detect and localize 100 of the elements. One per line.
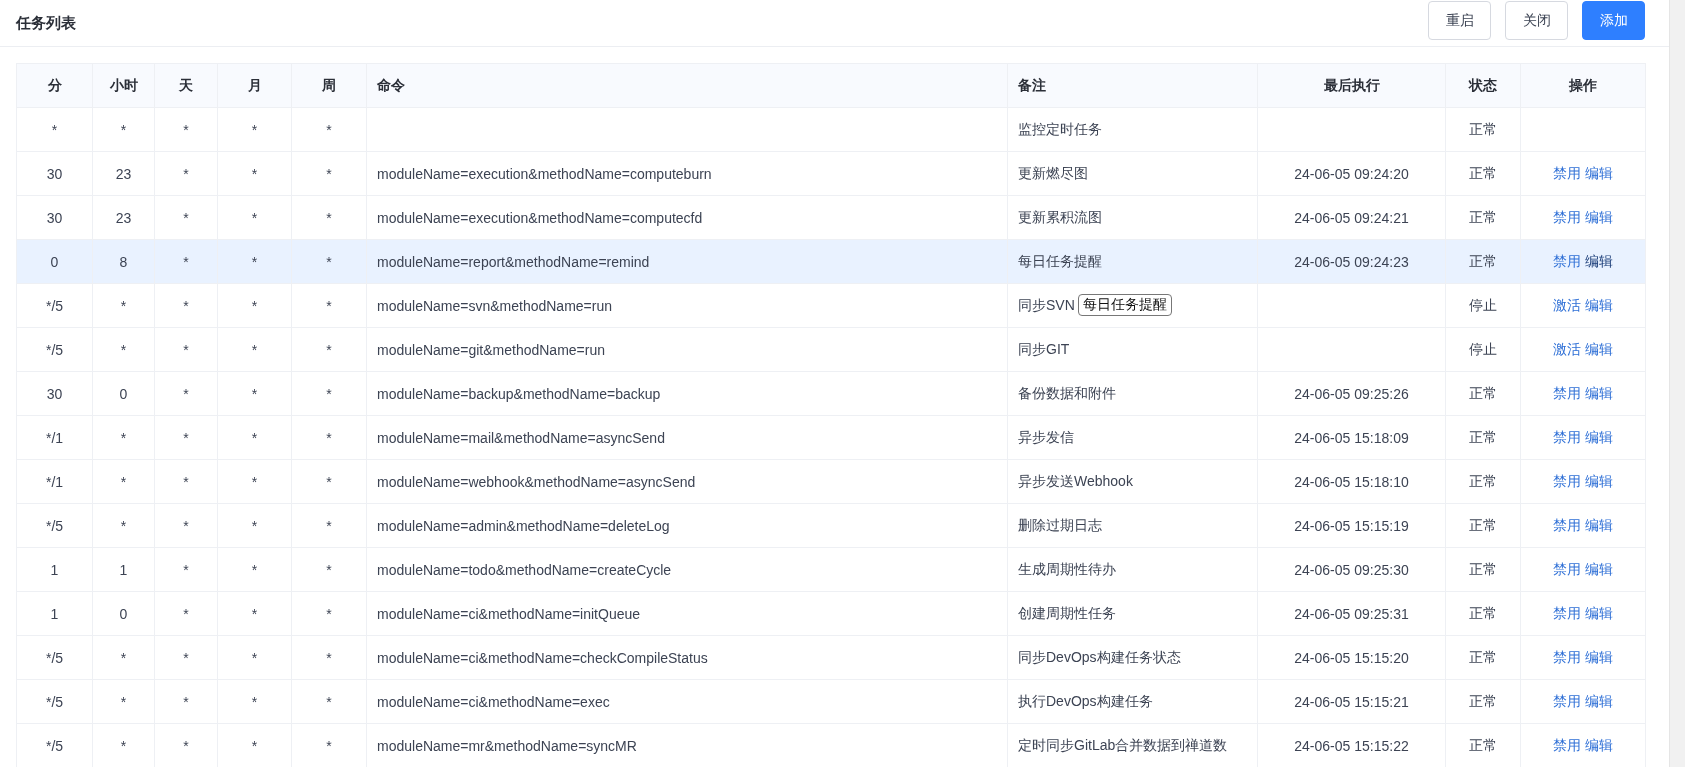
table-row[interactable]: 30 0 * * * moduleName=backup&methodName=backup 备份数据和附件 24-06-05 09:25:26 正常 禁用 编辑 xyxy=(16,371,1646,416)
table-row[interactable]: */5 * * * * moduleName=svn&methodName=run 同步SVN 每日任务提醒 停止 激活 编辑 xyxy=(16,283,1646,328)
table-row[interactable]: * * * * * 监控定时任务 正常 xyxy=(16,107,1646,152)
action-link[interactable]: 禁用 xyxy=(1553,560,1581,577)
action-link[interactable]: 编辑 xyxy=(1585,208,1613,225)
toolbar-button[interactable]: 添加 xyxy=(1582,1,1645,40)
table-cell: 0 xyxy=(92,591,155,636)
table-cell: moduleName=admin&methodName=deleteLog xyxy=(366,503,1008,548)
table-row[interactable]: */5 * * * * moduleName=mr&methodName=syncMR 定时同步GitLab合并数据到禅道数 24-06-05 15:15:22 正常 禁用 编辑 xyxy=(16,723,1646,767)
action-link[interactable]: 激活 xyxy=(1553,296,1581,313)
table-cell: 24-06-05 09:24:21 xyxy=(1257,195,1446,240)
table-cell: 0 xyxy=(92,371,155,416)
column-header: 命令 xyxy=(366,63,1008,108)
table-row[interactable]: */5 * * * * moduleName=admin&methodName=deleteLog 删除过期日志 24-06-05 15:15:19 正常 禁用 编辑 xyxy=(16,503,1646,548)
page-title: 任务列表 xyxy=(16,13,76,33)
table-row[interactable]: */5 * * * * moduleName=git&methodName=run 同步GIT 停止 激活 编辑 xyxy=(16,327,1646,372)
table-cell: * xyxy=(291,371,367,416)
table-row[interactable]: */5 * * * * moduleName=ci&methodName=checkCompileStatus 同步DevOps构建任务状态 24-06-05 15:15:20 正常 禁用 编辑 xyxy=(16,635,1646,680)
table-cell: 0 xyxy=(16,239,93,284)
toolbar-button[interactable]: 重启 xyxy=(1428,1,1491,40)
table-cell: 正常 xyxy=(1445,635,1521,680)
table-cell: * xyxy=(92,107,155,152)
table-cell: * xyxy=(154,239,218,284)
table-row[interactable]: 30 23 * * * moduleName=execution&methodName=computeburn 更新燃尽图 24-06-05 09:24:20 正常 禁用 编辑 xyxy=(16,151,1646,196)
action-link[interactable]: 禁用 xyxy=(1553,604,1581,621)
action-link[interactable]: 编辑 xyxy=(1585,252,1613,269)
action-link[interactable]: 禁用 xyxy=(1553,516,1581,533)
table-cell: * xyxy=(291,679,367,724)
action-link[interactable]: 编辑 xyxy=(1585,516,1613,533)
action-link[interactable]: 激活 xyxy=(1553,340,1581,357)
table-cell: 正常 xyxy=(1445,503,1521,548)
table-cell: 异步发信 xyxy=(1007,415,1258,460)
table-row[interactable]: */1 * * * * moduleName=webhook&methodName=asyncSend 异步发送Webhook 24-06-05 15:18:10 正常 禁用 编辑 xyxy=(16,459,1646,504)
table-cell: * xyxy=(291,591,367,636)
table-cell: 更新累积流图 xyxy=(1007,195,1258,240)
table-cell: */5 xyxy=(16,283,93,328)
table-row[interactable]: 0 8 * * * moduleName=report&methodName=remind 每日任务提醒 24-06-05 09:24:23 正常 禁用 编辑 xyxy=(16,239,1646,284)
column-header: 状态 xyxy=(1445,63,1521,108)
table-cell: 24-06-05 09:25:26 xyxy=(1257,371,1446,416)
action-link[interactable]: 禁用 xyxy=(1553,384,1581,401)
action-link[interactable]: 禁用 xyxy=(1553,428,1581,445)
table-cell: 停止 xyxy=(1445,283,1521,328)
table-cell: * xyxy=(291,547,367,592)
action-link[interactable]: 禁用 xyxy=(1553,692,1581,709)
table-cell: * xyxy=(92,415,155,460)
action-link[interactable]: 编辑 xyxy=(1585,472,1613,489)
table-cell: 24-06-05 15:15:20 xyxy=(1257,635,1446,680)
table-cell: * xyxy=(291,415,367,460)
action-link[interactable]: 禁用 xyxy=(1553,164,1581,181)
table-row[interactable]: */1 * * * * moduleName=mail&methodName=asyncSend 异步发信 24-06-05 15:18:09 正常 禁用 编辑 xyxy=(16,415,1646,460)
table-cell: moduleName=ci&methodName=exec xyxy=(366,679,1008,724)
table-cell: 正常 xyxy=(1445,679,1521,724)
table-cell: * xyxy=(291,239,367,284)
table-cell: * xyxy=(291,107,367,152)
action-link[interactable]: 禁用 xyxy=(1553,648,1581,665)
table-cell: * xyxy=(92,635,155,680)
table-cell: * xyxy=(154,591,218,636)
table-cell: moduleName=execution&methodName=computeburn xyxy=(366,151,1008,196)
action-link[interactable]: 禁用 xyxy=(1553,208,1581,225)
action-link[interactable]: 编辑 xyxy=(1585,648,1613,665)
table-cell: 正常 xyxy=(1445,151,1521,196)
table-cell: moduleName=webhook&methodName=asyncSend xyxy=(366,459,1008,504)
table-cell: */5 xyxy=(16,327,93,372)
table-cell: */5 xyxy=(16,723,93,767)
table-cell: * xyxy=(154,503,218,548)
table-cell: * xyxy=(92,679,155,724)
table-row[interactable]: */5 * * * * moduleName=ci&methodName=exec 执行DevOps构建任务 24-06-05 15:15:21 正常 禁用 编辑 xyxy=(16,679,1646,724)
action-link[interactable]: 编辑 xyxy=(1585,428,1613,445)
table-cell: 创建周期性任务 xyxy=(1007,591,1258,636)
table-cell: * xyxy=(154,151,218,196)
table-cell: 30 xyxy=(16,371,93,416)
table-cell: * xyxy=(291,503,367,548)
table-cell: * xyxy=(217,415,292,460)
table-cell: */5 xyxy=(16,503,93,548)
action-link[interactable]: 编辑 xyxy=(1585,384,1613,401)
action-link[interactable]: 禁用 xyxy=(1553,472,1581,489)
action-link[interactable]: 编辑 xyxy=(1585,692,1613,709)
table-cell: * xyxy=(291,151,367,196)
table-cell: moduleName=todo&methodName=createCycle xyxy=(366,547,1008,592)
action-link[interactable]: 编辑 xyxy=(1585,560,1613,577)
table-cell: * xyxy=(92,503,155,548)
action-link[interactable]: 编辑 xyxy=(1585,340,1613,357)
table-cell: 同步DevOps构建任务状态 xyxy=(1007,635,1258,680)
table-cell: 正常 xyxy=(1445,459,1521,504)
scrollbar[interactable] xyxy=(1669,0,1685,767)
toolbar-button[interactable]: 关闭 xyxy=(1505,1,1568,40)
action-link[interactable]: 禁用 xyxy=(1553,252,1581,269)
table-row[interactable]: 30 23 * * * moduleName=execution&methodName=computecfd 更新累积流图 24-06-05 09:24:21 正常 禁用 编辑 xyxy=(16,195,1646,240)
action-link[interactable]: 编辑 xyxy=(1585,736,1613,753)
action-link[interactable]: 编辑 xyxy=(1585,604,1613,621)
table-cell: * xyxy=(291,195,367,240)
action-link[interactable]: 禁用 xyxy=(1553,736,1581,753)
table-cell: * xyxy=(217,283,292,328)
table-row[interactable]: 1 1 * * * moduleName=todo&methodName=createCycle 生成周期性待办 24-06-05 09:25:30 正常 禁用 编辑 xyxy=(16,547,1646,592)
table-cell: moduleName=backup&methodName=backup xyxy=(366,371,1008,416)
action-link[interactable]: 编辑 xyxy=(1585,164,1613,181)
action-link[interactable]: 编辑 xyxy=(1585,296,1613,313)
table-cell: * xyxy=(154,415,218,460)
table-cell: moduleName=report&methodName=remind xyxy=(366,239,1008,284)
table-row[interactable]: 1 0 * * * moduleName=ci&methodName=initQueue 创建周期性任务 24-06-05 09:25:31 正常 禁用 编辑 xyxy=(16,591,1646,636)
